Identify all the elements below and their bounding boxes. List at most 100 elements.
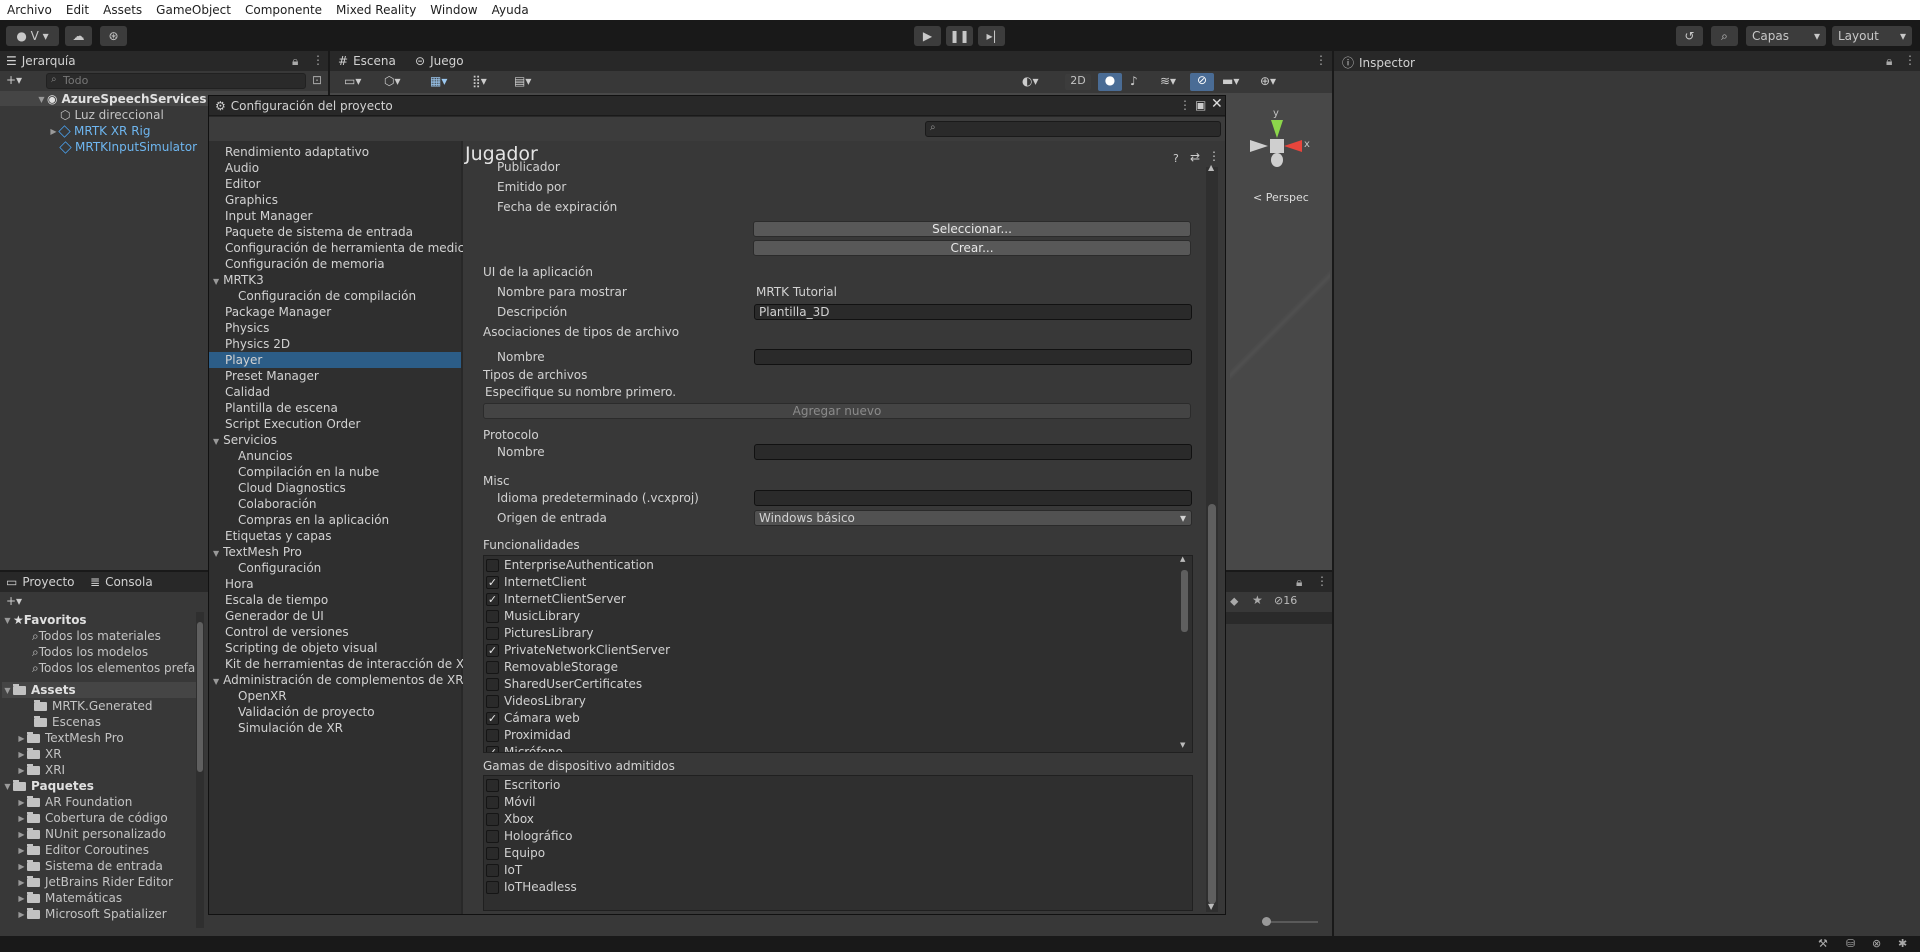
packages-node[interactable]: ▼ Paquetes [2, 778, 93, 794]
bug-icon[interactable]: ✱ [1898, 937, 1907, 950]
lock-icon[interactable]: 🔒︎ [292, 54, 298, 69]
file-assoc-name-field[interactable] [754, 349, 1192, 365]
nav-item-administración-de-complementos-de-xr[interactable]: ▼ Administración de complementos de XR [213, 673, 464, 687]
capability-checkbox[interactable] [486, 627, 499, 640]
nav-item-physics-2d[interactable]: Physics 2D [225, 337, 290, 351]
more-icon[interactable]: ⋮ [1208, 149, 1220, 163]
nav-item-cloud-diagnostics[interactable]: Cloud Diagnostics [238, 481, 346, 495]
nav-item-package-manager[interactable]: Package Manager [225, 305, 331, 319]
device-family-checkbox[interactable] [486, 796, 499, 809]
asset-folder[interactable]: ▶ TextMesh Pro [16, 730, 123, 746]
gizmos-icon[interactable]: ⊕▾ [1260, 74, 1276, 88]
nav-item-paquete-de-sistema-de-entrada[interactable]: Paquete de sistema de entrada [225, 225, 413, 239]
grid-icon[interactable]: ▤▾ [514, 74, 531, 88]
scroll-down-icon[interactable]: ▼ [1208, 902, 1214, 911]
nav-item-configuración[interactable]: Configuración [238, 561, 321, 575]
chevron-down-icon[interactable]: ▼ [2, 686, 13, 695]
package-folder[interactable]: ▶ AR Foundation [16, 794, 132, 810]
nav-item-audio[interactable]: Audio [225, 161, 259, 175]
chevron-right-icon[interactable]: ▶ [16, 734, 27, 743]
capability-checkbox[interactable] [486, 661, 499, 674]
global-icon[interactable]: ⬡▾ [384, 74, 401, 88]
nav-item-colaboración[interactable]: Colaboración [238, 497, 317, 511]
menu-item-ayuda[interactable]: Ayuda [492, 3, 529, 17]
chevron-right-icon[interactable]: ▶ [16, 814, 27, 823]
collab-button[interactable]: ⊛ [100, 26, 127, 46]
pivot-icon[interactable]: ▭▾ [344, 74, 361, 88]
snap-increment-icon[interactable]: ⣿▾ [472, 74, 487, 88]
chevron-right-icon[interactable]: ▶ [16, 846, 27, 855]
nav-item-configuración-de-herramienta-de-medición[interactable]: Configuración de herramienta de medición [225, 241, 483, 255]
default-language-field[interactable] [754, 490, 1192, 506]
package-folder[interactable]: ▶ Matemáticas [16, 890, 122, 906]
tab-inspector[interactable]: ⓘ Inspector [1342, 54, 1415, 71]
package-folder[interactable]: ▶ Cobertura de código [16, 810, 167, 826]
menu-item-window[interactable]: Window [430, 3, 477, 17]
asset-folder[interactable]: ▶ XR [16, 746, 61, 762]
asset-folder[interactable]: Escenas [34, 714, 101, 730]
more-icon[interactable]: ⋮ [1904, 53, 1916, 67]
nav-item-anuncios[interactable]: Anuncios [238, 449, 293, 463]
scene-root[interactable]: ▼ ◉ AzureSpeechServices [36, 91, 206, 107]
layers-dropdown[interactable]: Capas ▾ [1746, 26, 1826, 46]
nav-item-scripting-de-objeto-visual[interactable]: Scripting de objeto visual [225, 641, 378, 655]
nav-item-textmesh-pro[interactable]: ▼ TextMesh Pro [213, 545, 302, 559]
chevron-down-icon[interactable]: ▼ [213, 277, 219, 286]
favorite-item[interactable]: ⌕ Todos los elementos prefab [32, 660, 196, 676]
favorites-node[interactable]: ▼ ★ Favoritos [2, 612, 86, 628]
more-icon[interactable]: ⋮ [1315, 53, 1327, 67]
capability-checkbox[interactable]: ✓ [486, 644, 499, 657]
chevron-down-icon[interactable]: ▼ [213, 437, 219, 446]
nav-item-simulación-de-xr[interactable]: Simulación de XR [238, 721, 343, 735]
menu-item-edit[interactable]: Edit [66, 3, 89, 17]
step-button[interactable]: ▸| [978, 26, 1005, 46]
pause-button[interactable]: ❚❚ [946, 26, 973, 46]
favorite-item[interactable]: ⌕ Todos los modelos [32, 644, 148, 660]
chevron-right-icon[interactable]: ▶ [16, 878, 27, 887]
nav-item-validación-de-proyecto[interactable]: Validación de proyecto [238, 705, 375, 719]
input-source-dropdown[interactable]: Windows básico ▾ [754, 510, 1192, 526]
scene-tools-left[interactable]: ▭▾ ⬡▾ ▦▾ ⣿▾ ▤▾ [344, 73, 544, 91]
protocol-name-field[interactable] [754, 444, 1192, 460]
nav-item-preset-manager[interactable]: Preset Manager [225, 369, 319, 383]
tab-hierarchy[interactable]: ☰ Jerarquía [6, 54, 76, 68]
shading-mode-icon[interactable]: ◐▾ [1022, 74, 1039, 88]
device-family-checkbox[interactable] [486, 881, 499, 894]
history-button[interactable]: ↺ [1676, 26, 1703, 46]
effects-icon[interactable]: ≋▾ [1160, 74, 1176, 88]
hidden-objects-toggle[interactable]: ⊘ [1190, 73, 1214, 91]
nav-item-editor[interactable]: Editor [225, 177, 261, 191]
favorite-star-icon[interactable]: ★ [1252, 593, 1263, 607]
chevron-right-icon[interactable]: ▶ [16, 862, 27, 871]
menu-item-componente[interactable]: Componente [245, 3, 322, 17]
cloud-button[interactable]: ☁ [65, 26, 92, 46]
nav-item-control-de-versiones[interactable]: Control de versiones [225, 625, 349, 639]
device-family-checkbox[interactable] [486, 779, 499, 792]
projection-label[interactable]: < Perspec [1253, 191, 1309, 204]
lock-icon[interactable]: 🔒︎ [1296, 575, 1302, 590]
menu-item-gameobject[interactable]: GameObject [156, 3, 231, 17]
capability-checkbox[interactable] [486, 678, 499, 691]
play-button[interactable]: ▶ [914, 26, 941, 46]
menu-item-archivo[interactable]: Archivo [7, 3, 52, 17]
nav-item-servicios[interactable]: ▼ Servicios [213, 433, 277, 447]
nav-item-rendimiento-adaptativo[interactable]: Rendimiento adaptativo [225, 145, 369, 159]
more-icon[interactable]: ⋮ [312, 53, 324, 67]
chevron-down-icon[interactable]: ▼ [2, 782, 13, 791]
grid-snap-icon[interactable]: ▦▾ [430, 74, 447, 88]
device-family-checkbox[interactable] [486, 813, 499, 826]
package-folder[interactable]: ▶ Sistema de entrada [16, 858, 163, 874]
menu-item-assets[interactable]: Assets [103, 3, 142, 17]
package-folder[interactable]: ▶ Microsoft Spatializer [16, 906, 166, 922]
orientation-gizmo[interactable]: y x [1248, 108, 1318, 184]
hierarchy-item[interactable]: ▶ MRTK XR Rig [48, 123, 150, 139]
close-icon[interactable]: ✕ [1211, 96, 1223, 112]
nav-item-configuración-de-memoria[interactable]: Configuración de memoria [225, 257, 385, 271]
layout-dropdown[interactable]: Layout ▾ [1832, 26, 1912, 46]
chevron-right-icon[interactable]: ▶ [16, 750, 27, 759]
assets-node[interactable]: ▼ Assets [2, 682, 196, 698]
chevron-right-icon[interactable]: ▶ [16, 766, 27, 775]
label-filter-icon[interactable]: ⬥ [1230, 594, 1238, 609]
select-certificate-button[interactable]: Seleccionar... [753, 221, 1191, 237]
nav-item-compras-en-la-aplicación[interactable]: Compras en la aplicación [238, 513, 389, 527]
